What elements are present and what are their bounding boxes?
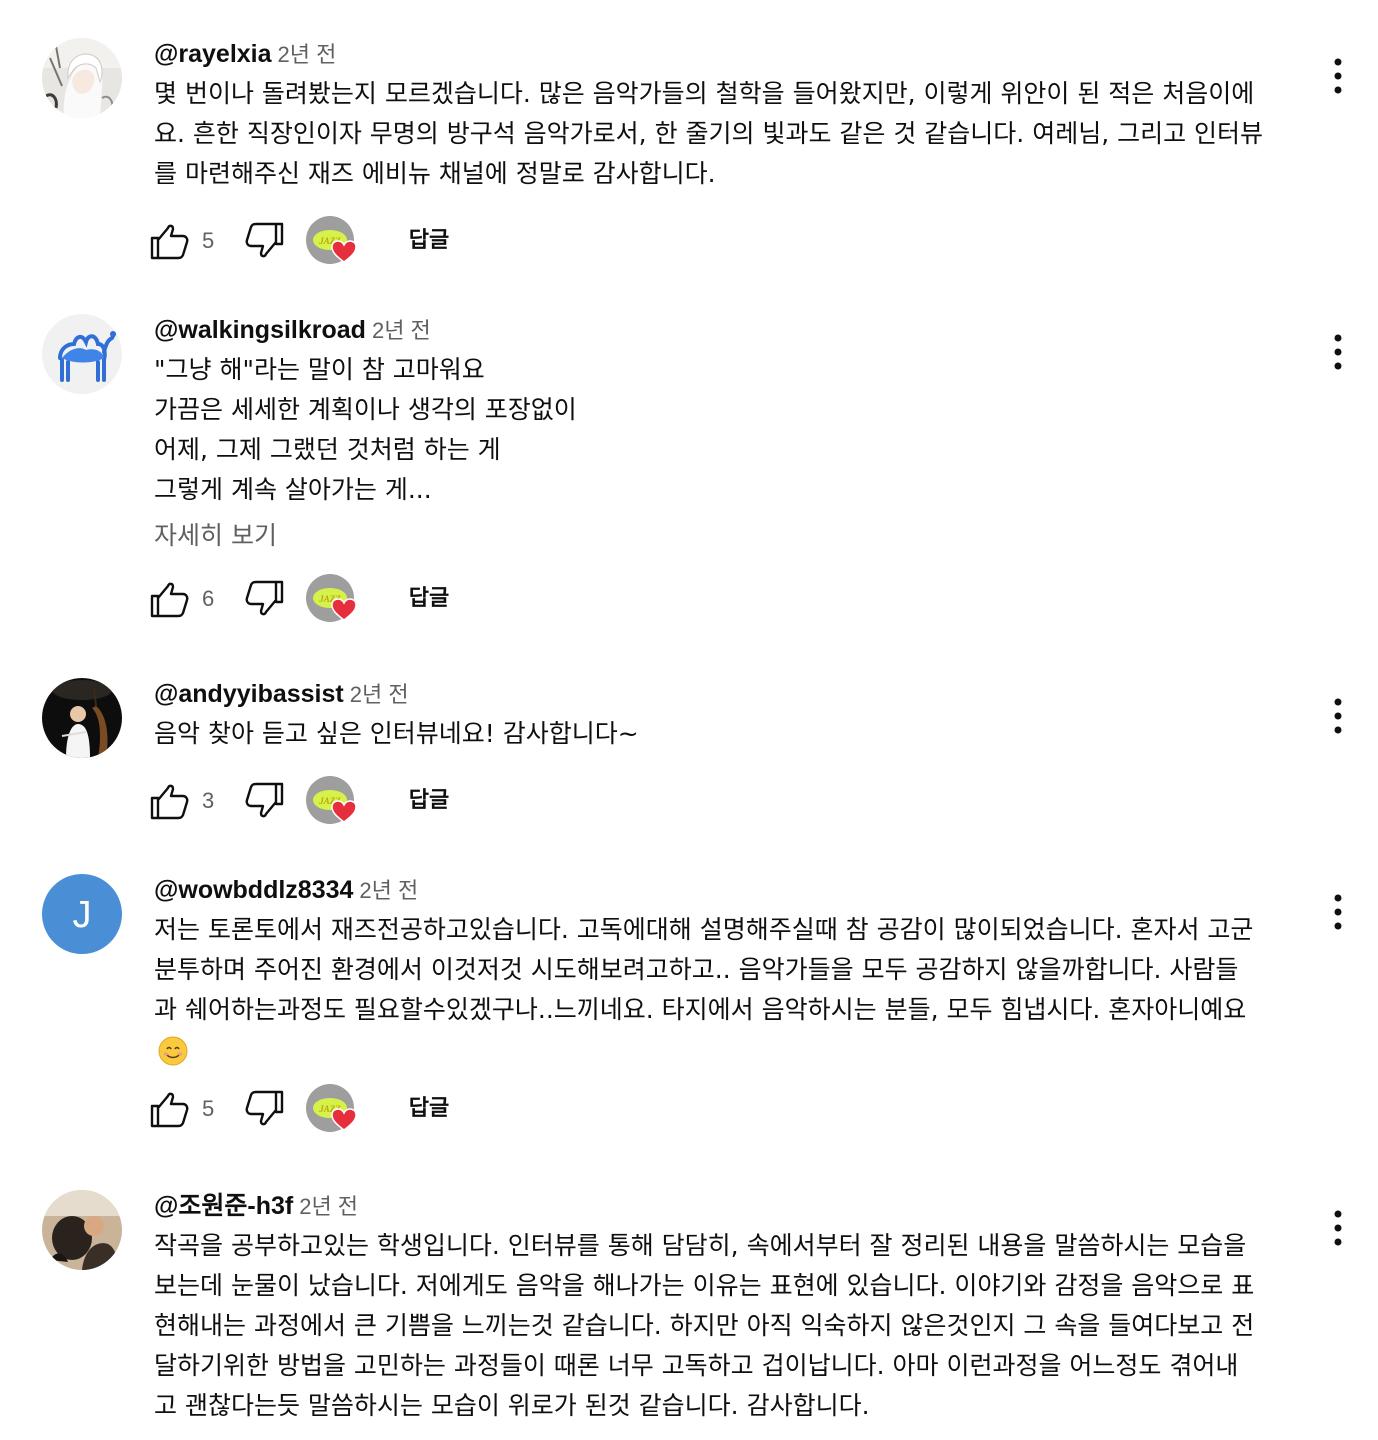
thumbs-up-icon bbox=[150, 582, 189, 618]
comment-author[interactable]: @andyyibassist bbox=[154, 680, 344, 708]
comment-author[interactable]: @walkingsilkroad bbox=[154, 316, 366, 344]
like-button[interactable] bbox=[148, 574, 192, 624]
dislike-button[interactable] bbox=[242, 1084, 286, 1134]
like-count: 6 bbox=[202, 586, 215, 611]
thumbs-down-icon bbox=[245, 1090, 284, 1126]
comment-menu-button[interactable] bbox=[1322, 328, 1354, 378]
comment-text: "그냥 해"라는 말이 참 고마워요가끔은 세세한 계획이나 생각의 포장없이어… bbox=[154, 350, 1304, 510]
more-vert-icon bbox=[1334, 894, 1342, 930]
comment-body: @조원준-h3f 2년 전 작곡을 공부하고있는 학생입니다. 인터뷰를 통해 담… bbox=[154, 1190, 1304, 1426]
thumbs-up-icon bbox=[150, 1092, 189, 1128]
avatar[interactable]: J bbox=[42, 874, 122, 954]
comment-text-line bbox=[154, 1030, 1304, 1070]
like-button[interactable] bbox=[148, 216, 192, 266]
comment-body: @walkingsilkroad 2년 전 "그냥 해"라는 말이 참 고마워요가… bbox=[150, 314, 1304, 624]
comment-author[interactable]: @wowbddlz8334 bbox=[154, 876, 353, 904]
dislike-button[interactable] bbox=[242, 574, 286, 624]
comment-menu-button[interactable] bbox=[1322, 1204, 1354, 1254]
comment-menu-button[interactable] bbox=[1322, 692, 1354, 742]
comment-text-line: 요. 흔한 직장인이자 무명의 방구석 음악가로서, 한 줄기의 빛과도 같은 … bbox=[154, 119, 1264, 148]
reply-button[interactable]: 답글 bbox=[390, 216, 468, 266]
comment-actions: 5 JAZZ 답글 bbox=[150, 1084, 1304, 1134]
thumbs-down-icon bbox=[245, 222, 284, 258]
comment-text-line: 달하기위한 방법을 고민하는 과정들이 때론 너무 고독하고 겁이납니다. 아마… bbox=[154, 1351, 1239, 1380]
comment-menu-button[interactable] bbox=[1322, 888, 1354, 938]
comment-text: 작곡을 공부하고있는 학생입니다. 인터뷰를 통해 담담히, 속에서부터 잘 정… bbox=[154, 1226, 1304, 1426]
read-more-link[interactable]: 자세히 보기 bbox=[154, 516, 1304, 556]
like-button[interactable] bbox=[148, 776, 192, 826]
comment-author[interactable]: @조원준-h3f bbox=[154, 1192, 293, 1220]
comment-text-line: 몇 번이나 돌려봤는지 모르겠습니다. 많은 음악가들의 철학을 들어왔지만, … bbox=[154, 79, 1255, 108]
more-vert-icon bbox=[1334, 58, 1342, 94]
comment-text-line: 과 쉐어하는과정도 필요할수있겠구나..느끼네요. 타지에서 음악하시는 분들,… bbox=[154, 995, 1247, 1024]
comment-body: @rayelxia 2년 전 몇 번이나 돌려봤는지 모르겠습니다. 많은 음악가… bbox=[150, 38, 1304, 266]
avatar[interactable] bbox=[42, 38, 122, 118]
comment-author[interactable]: @rayelxia bbox=[154, 40, 272, 68]
comment-text: 몇 번이나 돌려봤는지 모르겠습니다. 많은 음악가들의 철학을 들어왔지만, … bbox=[154, 74, 1304, 194]
dislike-button[interactable] bbox=[242, 216, 286, 266]
more-vert-icon bbox=[1334, 698, 1342, 734]
avatar[interactable] bbox=[42, 678, 122, 758]
comment-body: @wowbddlz8334 2년 전 저는 토론토에서 재즈전공하고있습니다. 고… bbox=[150, 874, 1304, 1134]
comment-text-line: 음악 찾아 듣고 싶은 인터뷰네요! 감사합니다~ bbox=[154, 719, 639, 748]
comment-actions: 5 JAZZ 답글 bbox=[150, 216, 1304, 266]
like-count: 5 bbox=[202, 1096, 215, 1121]
comment-header: @wowbddlz8334 2년 전 bbox=[154, 874, 1304, 906]
comment-header: @walkingsilkroad 2년 전 bbox=[154, 314, 1304, 346]
comment-menu-button[interactable] bbox=[1322, 52, 1354, 102]
comment-text-line: 보는데 눈물이 났습니다. 저에게도 음악을 해나가는 이유는 표현에 있습니다… bbox=[154, 1271, 1255, 1300]
comment-text-line: 가끔은 세세한 계획이나 생각의 포장없이 bbox=[154, 395, 577, 424]
comment-text-line: 고 괜찮다는듯 말씀하시는 모습이 위로가 된것 같습니다. 감사합니다. bbox=[154, 1391, 870, 1420]
thumbs-down-icon bbox=[245, 782, 284, 818]
comment-time[interactable]: 2년 전 bbox=[299, 1194, 358, 1219]
more-vert-icon bbox=[1334, 334, 1342, 370]
comment-body: @andyyibassist 2년 전 음악 찾아 듣고 싶은 인터뷰네요! 감사… bbox=[150, 678, 1304, 826]
comment-time[interactable]: 2년 전 bbox=[350, 682, 409, 707]
creator-heart-icon: JAZZ bbox=[306, 216, 362, 266]
avatar[interactable] bbox=[42, 1190, 122, 1270]
comment-header: @andyyibassist 2년 전 bbox=[154, 678, 1304, 710]
creator-heart-icon: JAZZ bbox=[306, 574, 362, 624]
thumbs-down-icon bbox=[245, 580, 284, 616]
comment-text-line: "그냥 해"라는 말이 참 고마워요 bbox=[154, 355, 485, 384]
comment-actions: 3 JAZZ 답글 bbox=[150, 776, 1304, 826]
comment-time[interactable]: 2년 전 bbox=[372, 318, 431, 343]
comment-text: 음악 찾아 듣고 싶은 인터뷰네요! 감사합니다~ bbox=[154, 714, 1304, 754]
comment-text-line: 분투하며 주어진 환경에서 이것저것 시도해보려고하고.. 음악가들을 모두 공… bbox=[154, 955, 1239, 984]
smiling-face-emoji bbox=[158, 1036, 188, 1066]
comment-text-line: 현해내는 과정에서 큰 기쁨을 느끼는것 같습니다. 하지만 아직 익숙하지 않… bbox=[154, 1311, 1255, 1340]
like-button[interactable] bbox=[148, 1084, 192, 1134]
like-count: 3 bbox=[202, 788, 215, 813]
avatar[interactable] bbox=[42, 314, 122, 394]
reply-button[interactable]: 답글 bbox=[390, 776, 468, 826]
more-vert-icon bbox=[1334, 1210, 1342, 1246]
comment-time[interactable]: 2년 전 bbox=[278, 42, 337, 67]
comment-header: @조원준-h3f 2년 전 bbox=[154, 1190, 1304, 1222]
comment-text-line: 작곡을 공부하고있는 학생입니다. 인터뷰를 통해 담담히, 속에서부터 잘 정… bbox=[154, 1231, 1247, 1260]
dislike-button[interactable] bbox=[242, 776, 286, 826]
comment-text-line: 저는 토론토에서 재즈전공하고있습니다. 고독에대해 설명해주실때 참 공감이 … bbox=[154, 915, 1254, 944]
comment-text-line: 를 마련해주신 재즈 에비뉴 채널에 정말로 감사합니다. bbox=[154, 159, 716, 188]
reply-button[interactable]: 답글 bbox=[390, 1084, 468, 1134]
creator-heart-icon: JAZZ bbox=[306, 1084, 362, 1134]
creator-heart-icon: JAZZ bbox=[306, 776, 362, 826]
thumbs-up-icon bbox=[150, 784, 189, 820]
like-count: 5 bbox=[202, 228, 215, 253]
comment-actions: 6 JAZZ 답글 bbox=[150, 574, 1304, 624]
comment-text-line: 그렇게 계속 살아가는 게... bbox=[154, 475, 432, 504]
comment-time[interactable]: 2년 전 bbox=[359, 878, 418, 903]
comment-text: 저는 토론토에서 재즈전공하고있습니다. 고독에대해 설명해주실때 참 공감이 … bbox=[154, 910, 1304, 1070]
comment-text-line: 어제, 그제 그랬던 것처럼 하는 게 bbox=[154, 435, 501, 464]
reply-button[interactable]: 답글 bbox=[390, 574, 468, 624]
comment-header: @rayelxia 2년 전 bbox=[154, 38, 1304, 70]
avatar-letter: J bbox=[73, 894, 92, 936]
thumbs-up-icon bbox=[150, 224, 189, 260]
